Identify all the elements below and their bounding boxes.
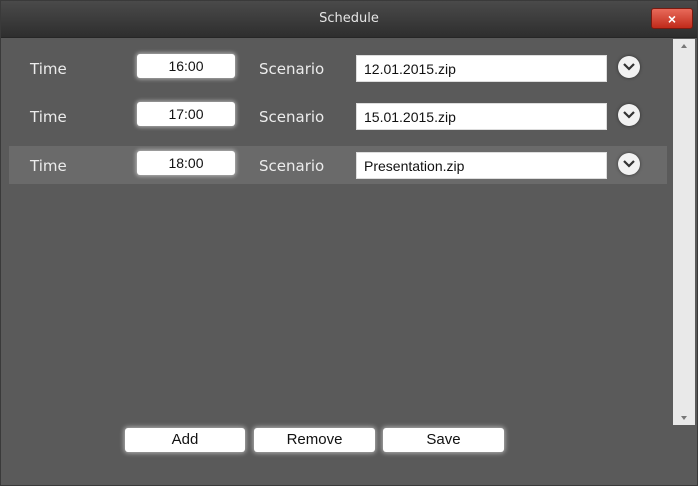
scenario-dropdown-button[interactable] bbox=[618, 104, 640, 126]
schedule-row-selected[interactable]: Time 18:00 Scenario Presentation.zip bbox=[9, 146, 667, 184]
schedule-row: Time 17:00 Scenario 15.01.2015.zip bbox=[9, 97, 667, 135]
remove-button[interactable]: Remove bbox=[254, 428, 375, 452]
chevron-down-icon bbox=[623, 111, 635, 119]
vertical-scrollbar[interactable] bbox=[673, 39, 695, 425]
time-label: Time bbox=[30, 157, 67, 175]
scenario-dropdown-button[interactable] bbox=[618, 56, 640, 78]
save-button[interactable]: Save bbox=[383, 428, 504, 452]
time-input[interactable]: 18:00 bbox=[137, 151, 235, 175]
arrow-up-icon bbox=[681, 44, 687, 48]
chevron-down-icon bbox=[623, 160, 635, 168]
window-title: Schedule bbox=[319, 11, 379, 26]
scenario-field[interactable]: 15.01.2015.zip bbox=[356, 103, 607, 130]
scenario-label: Scenario bbox=[259, 108, 325, 126]
arrow-down-icon bbox=[681, 416, 687, 420]
scroll-down-button[interactable] bbox=[673, 411, 695, 425]
scenario-field[interactable]: Presentation.zip bbox=[356, 152, 607, 179]
close-icon: × bbox=[667, 11, 677, 27]
title-bar: Schedule × bbox=[1, 1, 697, 38]
scroll-up-button[interactable] bbox=[673, 39, 695, 53]
time-label: Time bbox=[30, 60, 67, 78]
close-button[interactable]: × bbox=[651, 8, 693, 29]
chevron-down-icon bbox=[623, 63, 635, 71]
scenario-label: Scenario bbox=[259, 60, 325, 78]
schedule-dialog: Schedule × Time 16:00 Scenario 12.01.201… bbox=[0, 0, 698, 486]
time-input[interactable]: 16:00 bbox=[137, 54, 235, 78]
scenario-dropdown-button[interactable] bbox=[618, 153, 640, 175]
schedule-row: Time 16:00 Scenario 12.01.2015.zip bbox=[9, 49, 667, 87]
scenario-label: Scenario bbox=[259, 157, 325, 175]
time-input[interactable]: 17:00 bbox=[137, 102, 235, 126]
time-label: Time bbox=[30, 108, 67, 126]
scenario-field[interactable]: 12.01.2015.zip bbox=[356, 55, 607, 82]
add-button[interactable]: Add bbox=[125, 428, 245, 452]
